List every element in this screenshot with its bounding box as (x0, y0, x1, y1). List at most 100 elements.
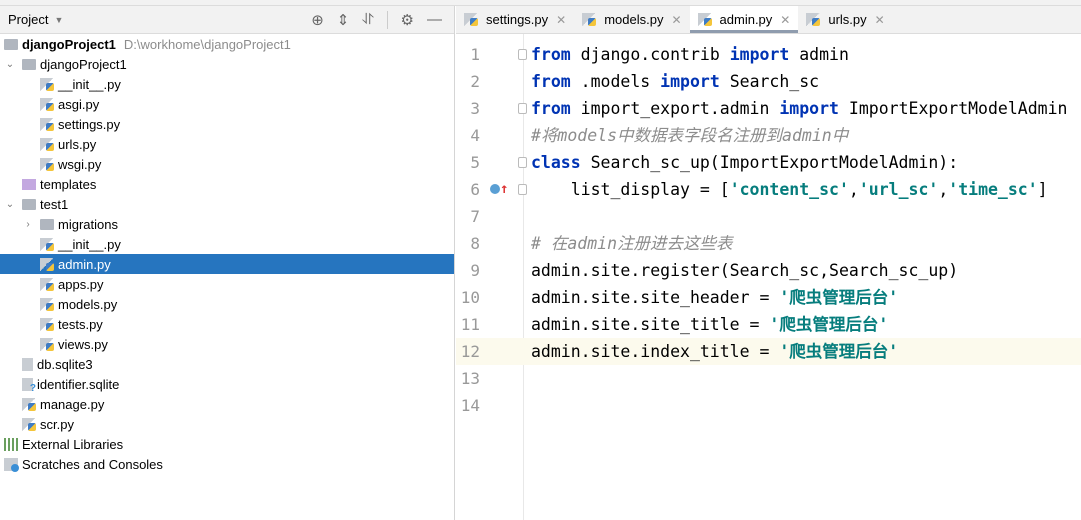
overrides-marker-icon[interactable]: ↑ (490, 176, 508, 203)
tree-item-label: views.py (58, 336, 108, 352)
tree-item[interactable]: scr.py (0, 414, 454, 434)
keyword: class (531, 153, 581, 172)
project-panel-header: Project ▼ ⊕ ⇕ ⥯ ⚙ — (0, 6, 454, 34)
line-number: 4 (470, 126, 480, 145)
tree-item[interactable]: identifier.sqlite (0, 374, 454, 394)
python-file-icon (40, 317, 54, 331)
folder-icon (22, 198, 36, 210)
tree-item[interactable]: urls.py (0, 134, 454, 154)
code-line[interactable]: 9 admin.site.register(Search_sc,Search_sc… (456, 257, 1081, 284)
line-number: 2 (470, 72, 480, 91)
python-file-icon (582, 13, 597, 26)
tree-item-label: db.sqlite3 (37, 356, 93, 372)
tab-urls-py[interactable]: urls.py ✕ (798, 6, 892, 33)
python-file-icon (40, 237, 54, 251)
fold-marker-icon[interactable] (518, 184, 527, 195)
tree-item[interactable]: __init__.py (0, 74, 454, 94)
tree-item-label: External Libraries (22, 436, 124, 452)
tree-item-label: __init__.py (58, 236, 121, 252)
code-token: import_export.admin (570, 99, 780, 118)
tree-item[interactable]: __init__.py (0, 234, 454, 254)
templates-folder-icon (22, 178, 36, 190)
tree-item[interactable]: templates (0, 174, 454, 194)
code-line[interactable]: 1 from django.contrib import admin (456, 41, 1081, 68)
code-line[interactable]: 14 (456, 392, 1081, 419)
tab-label: urls.py (828, 12, 867, 27)
close-icon[interactable]: ✕ (671, 13, 681, 27)
project-tree: djangoProject1 D:\workhome\djangoProject1… (0, 34, 454, 474)
tab-settings-py[interactable]: settings.py ✕ (456, 6, 574, 33)
collapse-all-icon[interactable]: ⥯ (362, 11, 373, 28)
string-literal: 'url_sc' (858, 180, 939, 199)
expand-all-icon[interactable]: ⇕ (337, 11, 350, 29)
chevron-down-icon[interactable]: ⌄ (4, 199, 16, 210)
locate-icon[interactable]: ⊕ (311, 11, 324, 29)
tree-item[interactable]: djangoProject1 D:\workhome\djangoProject1 (0, 34, 454, 54)
code-token: .models (570, 72, 661, 91)
libraries-icon (4, 437, 18, 451)
line-number: 12 (460, 342, 480, 361)
tree-item[interactable]: manage.py (0, 394, 454, 414)
tree-item[interactable]: db.sqlite3 (0, 354, 454, 374)
tree-item-label: urls.py (58, 136, 97, 152)
keyword: import (660, 72, 720, 91)
project-view-selector[interactable]: Project (8, 12, 48, 27)
fold-marker-icon[interactable] (518, 157, 527, 168)
code-line[interactable]: 13 (456, 365, 1081, 392)
tree-item[interactable]: ⌄ test1 (0, 194, 454, 214)
chevron-down-icon[interactable]: ▼ (54, 15, 63, 25)
code-line[interactable]: 8 # 在admin注册进去这些表 (456, 230, 1081, 257)
tab-models-py[interactable]: models.py ✕ (574, 6, 689, 33)
code-line[interactable]: 3 from import_export.admin import ImportE… (456, 95, 1081, 122)
code-line[interactable]: 6 ↑ list_display = ['content_sc','url_sc'… (456, 176, 1081, 203)
code-line[interactable]: 4 #将models中数据表字段名注册到admin中 (456, 122, 1081, 149)
string-literal: '爬虫管理后台' (779, 288, 899, 307)
tab-admin-py[interactable]: admin.py ✕ (689, 6, 799, 33)
close-icon[interactable]: ✕ (875, 13, 885, 27)
keyword: from (531, 99, 571, 118)
close-icon[interactable]: ✕ (556, 13, 566, 27)
chevron-down-icon[interactable]: ⌄ (4, 59, 16, 70)
tree-item-label: apps.py (58, 276, 104, 292)
tree-item-label: templates (40, 176, 97, 192)
tree-item[interactable]: admin.py (0, 254, 454, 274)
tree-item-label: djangoProject1 (40, 56, 127, 72)
gear-icon[interactable]: ⚙ (401, 11, 414, 29)
python-file-icon (40, 157, 54, 171)
close-icon[interactable]: ✕ (780, 13, 790, 27)
chevron-right-icon[interactable]: › (22, 219, 34, 230)
code-token: Search_sc (719, 72, 820, 91)
line-number: 5 (470, 153, 480, 172)
tree-item[interactable]: asgi.py (0, 94, 454, 114)
tree-item[interactable]: settings.py (0, 114, 454, 134)
python-file-icon (464, 13, 478, 26)
minimize-icon[interactable]: — (427, 11, 442, 28)
code-line[interactable]: 12 admin.site.index_title = '爬虫管理后台' (456, 338, 1081, 365)
tree-item-label: asgi.py (58, 96, 100, 112)
code-text: admin.site.site_title = '爬虫管理后台' (531, 311, 888, 338)
code-line[interactable]: 11 admin.site.site_title = '爬虫管理后台' (456, 311, 1081, 338)
code-line[interactable]: 10 admin.site.site_header = '爬虫管理后台' (456, 284, 1081, 311)
tree-item[interactable]: models.py (0, 294, 454, 314)
tree-item[interactable]: tests.py (0, 314, 454, 334)
python-file-icon (22, 417, 36, 431)
code-line[interactable]: 7 (456, 203, 1081, 230)
line-number: 10 (460, 288, 480, 307)
code-token: Search_sc_up(ImportExportModelAdmin): (580, 153, 959, 172)
fold-marker-icon[interactable] (518, 103, 527, 114)
tree-item[interactable]: apps.py (0, 274, 454, 294)
code-editor[interactable]: 1 from django.contrib import admin 2 from .… (456, 34, 1081, 520)
tree-item[interactable]: views.py (0, 334, 454, 354)
tree-item[interactable]: wsgi.py (0, 154, 454, 174)
fold-marker-icon[interactable] (518, 49, 527, 60)
tree-item[interactable]: Scratches and Consoles (0, 454, 454, 474)
tree-item-label: migrations (58, 216, 118, 232)
code-text: admin.site.register(Search_sc,Search_sc_… (531, 257, 958, 284)
code-line[interactable]: 2 from .models import Search_sc (456, 68, 1081, 95)
tree-item[interactable]: › migrations (0, 214, 454, 234)
string-literal: 'time_sc' (948, 180, 1038, 199)
code-line[interactable]: 5 class Search_sc_up(ImportExportModelAdm… (456, 149, 1081, 176)
code-text: #将models中数据表字段名注册到admin中 (531, 122, 848, 149)
tree-item[interactable]: External Libraries (0, 434, 454, 454)
tree-item[interactable]: ⌄ djangoProject1 (0, 54, 454, 74)
